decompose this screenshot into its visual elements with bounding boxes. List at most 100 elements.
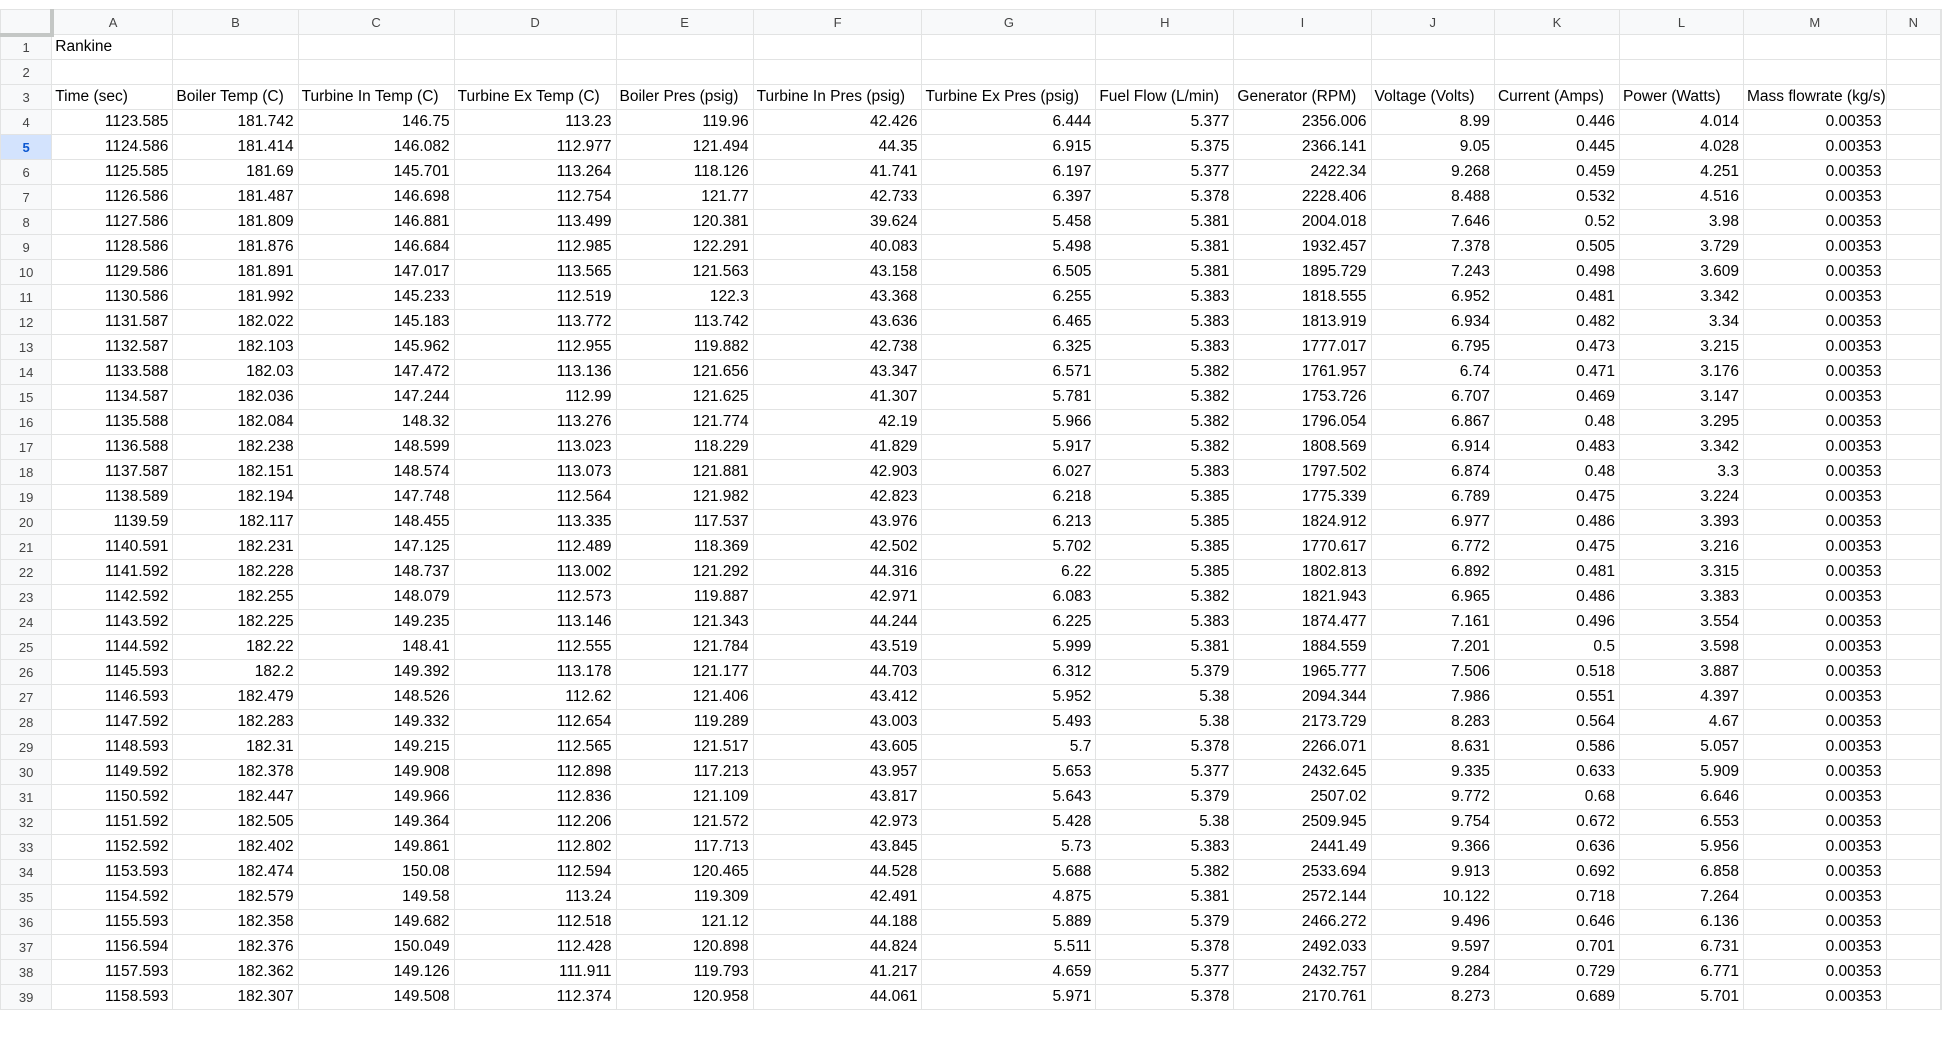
cell-i34[interactable]: 2533.694 bbox=[1233, 859, 1372, 885]
cell-f20[interactable]: 43.976 bbox=[752, 509, 923, 535]
cell-d2[interactable] bbox=[453, 59, 617, 85]
cell-d16[interactable]: 113.276 bbox=[453, 409, 617, 435]
cell-l30[interactable]: 5.909 bbox=[1618, 759, 1744, 785]
cell-a21[interactable]: 1140.591 bbox=[51, 534, 174, 560]
cell-a24[interactable]: 1143.592 bbox=[51, 609, 174, 635]
cell-j6[interactable]: 9.268 bbox=[1370, 159, 1495, 185]
cell-f26[interactable]: 44.703 bbox=[752, 659, 923, 685]
cell-b3[interactable]: Boiler Temp (C) bbox=[172, 84, 299, 110]
cell-f31[interactable]: 43.817 bbox=[752, 784, 923, 810]
cell-e13[interactable]: 119.882 bbox=[615, 334, 754, 360]
cell-j10[interactable]: 7.243 bbox=[1370, 259, 1495, 285]
cell-i27[interactable]: 2094.344 bbox=[1233, 684, 1372, 710]
cell-b11[interactable]: 181.992 bbox=[172, 284, 299, 310]
cell-e20[interactable]: 117.537 bbox=[615, 509, 754, 535]
cell-k16[interactable]: 0.48 bbox=[1493, 409, 1620, 435]
column-header-g[interactable]: G bbox=[921, 9, 1097, 35]
cell-i8[interactable]: 2004.018 bbox=[1233, 209, 1372, 235]
cell-l25[interactable]: 3.598 bbox=[1618, 634, 1744, 660]
cell-j8[interactable]: 7.646 bbox=[1370, 209, 1495, 235]
cell-x32[interactable] bbox=[1940, 809, 1942, 835]
cell-h27[interactable]: 5.38 bbox=[1095, 684, 1235, 710]
cell-n2[interactable] bbox=[1885, 59, 1942, 85]
cell-m12[interactable]: 0.00353 bbox=[1742, 309, 1887, 335]
cell-a32[interactable]: 1151.592 bbox=[51, 809, 174, 835]
cell-c4[interactable]: 146.75 bbox=[297, 109, 455, 135]
cell-d7[interactable]: 112.754 bbox=[453, 184, 617, 210]
cell-m38[interactable]: 0.00353 bbox=[1742, 959, 1887, 985]
cell-j37[interactable]: 9.597 bbox=[1370, 934, 1495, 960]
cell-m20[interactable]: 0.00353 bbox=[1742, 509, 1887, 535]
cell-c11[interactable]: 145.233 bbox=[297, 284, 455, 310]
cell-l39[interactable]: 5.701 bbox=[1618, 984, 1744, 1010]
cell-b2[interactable] bbox=[172, 59, 299, 85]
cell-k29[interactable]: 0.586 bbox=[1493, 734, 1620, 760]
cell-l3[interactable]: Power (Watts) bbox=[1618, 84, 1744, 110]
cell-a13[interactable]: 1132.587 bbox=[51, 334, 174, 360]
cell-l38[interactable]: 6.771 bbox=[1618, 959, 1744, 985]
cell-l17[interactable]: 3.342 bbox=[1618, 434, 1744, 460]
cell-j16[interactable]: 6.867 bbox=[1370, 409, 1495, 435]
column-header-f[interactable]: F bbox=[752, 9, 923, 35]
cell-c5[interactable]: 146.082 bbox=[297, 134, 455, 160]
cell-g30[interactable]: 5.653 bbox=[921, 759, 1097, 785]
cell-n28[interactable] bbox=[1885, 709, 1942, 735]
cell-n23[interactable] bbox=[1885, 584, 1942, 610]
cell-l1[interactable] bbox=[1618, 34, 1744, 60]
cell-b12[interactable]: 182.022 bbox=[172, 309, 299, 335]
cell-c7[interactable]: 146.698 bbox=[297, 184, 455, 210]
cell-e19[interactable]: 121.982 bbox=[615, 484, 754, 510]
cell-l27[interactable]: 4.397 bbox=[1618, 684, 1744, 710]
cell-b17[interactable]: 182.238 bbox=[172, 434, 299, 460]
cell-g28[interactable]: 5.493 bbox=[921, 709, 1097, 735]
cell-e9[interactable]: 122.291 bbox=[615, 234, 754, 260]
cell-x29[interactable] bbox=[1940, 734, 1942, 760]
cell-f32[interactable]: 42.973 bbox=[752, 809, 923, 835]
cell-c26[interactable]: 149.392 bbox=[297, 659, 455, 685]
cell-c28[interactable]: 149.332 bbox=[297, 709, 455, 735]
cell-i3[interactable]: Generator (RPM) bbox=[1233, 84, 1372, 110]
cell-x16[interactable] bbox=[1940, 409, 1942, 435]
cell-c24[interactable]: 149.235 bbox=[297, 609, 455, 635]
cell-x9[interactable] bbox=[1940, 234, 1942, 260]
cell-e16[interactable]: 121.774 bbox=[615, 409, 754, 435]
cell-i37[interactable]: 2492.033 bbox=[1233, 934, 1372, 960]
cell-d19[interactable]: 112.564 bbox=[453, 484, 617, 510]
cell-b21[interactable]: 182.231 bbox=[172, 534, 299, 560]
cell-b4[interactable]: 181.742 bbox=[172, 109, 299, 135]
cell-m17[interactable]: 0.00353 bbox=[1742, 434, 1887, 460]
cell-m4[interactable]: 0.00353 bbox=[1742, 109, 1887, 135]
cell-k34[interactable]: 0.692 bbox=[1493, 859, 1620, 885]
cell-b7[interactable]: 181.487 bbox=[172, 184, 299, 210]
cell-e5[interactable]: 121.494 bbox=[615, 134, 754, 160]
cell-h30[interactable]: 5.377 bbox=[1095, 759, 1235, 785]
cell-k4[interactable]: 0.446 bbox=[1493, 109, 1620, 135]
cell-i22[interactable]: 1802.813 bbox=[1233, 559, 1372, 585]
column-header-i[interactable]: I bbox=[1233, 9, 1372, 35]
cell-m33[interactable]: 0.00353 bbox=[1742, 834, 1887, 860]
cell-f2[interactable] bbox=[752, 59, 923, 85]
cell-k22[interactable]: 0.481 bbox=[1493, 559, 1620, 585]
cell-a6[interactable]: 1125.585 bbox=[51, 159, 174, 185]
column-header-m[interactable]: M bbox=[1742, 9, 1887, 35]
cell-x30[interactable] bbox=[1940, 759, 1942, 785]
cell-a36[interactable]: 1155.593 bbox=[51, 909, 174, 935]
cell-a19[interactable]: 1138.589 bbox=[51, 484, 174, 510]
cell-a27[interactable]: 1146.593 bbox=[51, 684, 174, 710]
cell-f13[interactable]: 42.738 bbox=[752, 334, 923, 360]
cell-g13[interactable]: 6.325 bbox=[921, 334, 1097, 360]
cell-i17[interactable]: 1808.569 bbox=[1233, 434, 1372, 460]
cell-k1[interactable] bbox=[1493, 34, 1620, 60]
cell-j23[interactable]: 6.965 bbox=[1370, 584, 1495, 610]
cell-f38[interactable]: 41.217 bbox=[752, 959, 923, 985]
cell-e15[interactable]: 121.625 bbox=[615, 384, 754, 410]
cell-a10[interactable]: 1129.586 bbox=[51, 259, 174, 285]
cell-g39[interactable]: 5.971 bbox=[921, 984, 1097, 1010]
cell-d21[interactable]: 112.489 bbox=[453, 534, 617, 560]
cell-f34[interactable]: 44.528 bbox=[752, 859, 923, 885]
row-header-22[interactable]: 22 bbox=[0, 559, 53, 585]
cell-n38[interactable] bbox=[1885, 959, 1942, 985]
cell-h5[interactable]: 5.375 bbox=[1095, 134, 1235, 160]
cell-h13[interactable]: 5.383 bbox=[1095, 334, 1235, 360]
row-header-39[interactable]: 39 bbox=[0, 984, 53, 1010]
